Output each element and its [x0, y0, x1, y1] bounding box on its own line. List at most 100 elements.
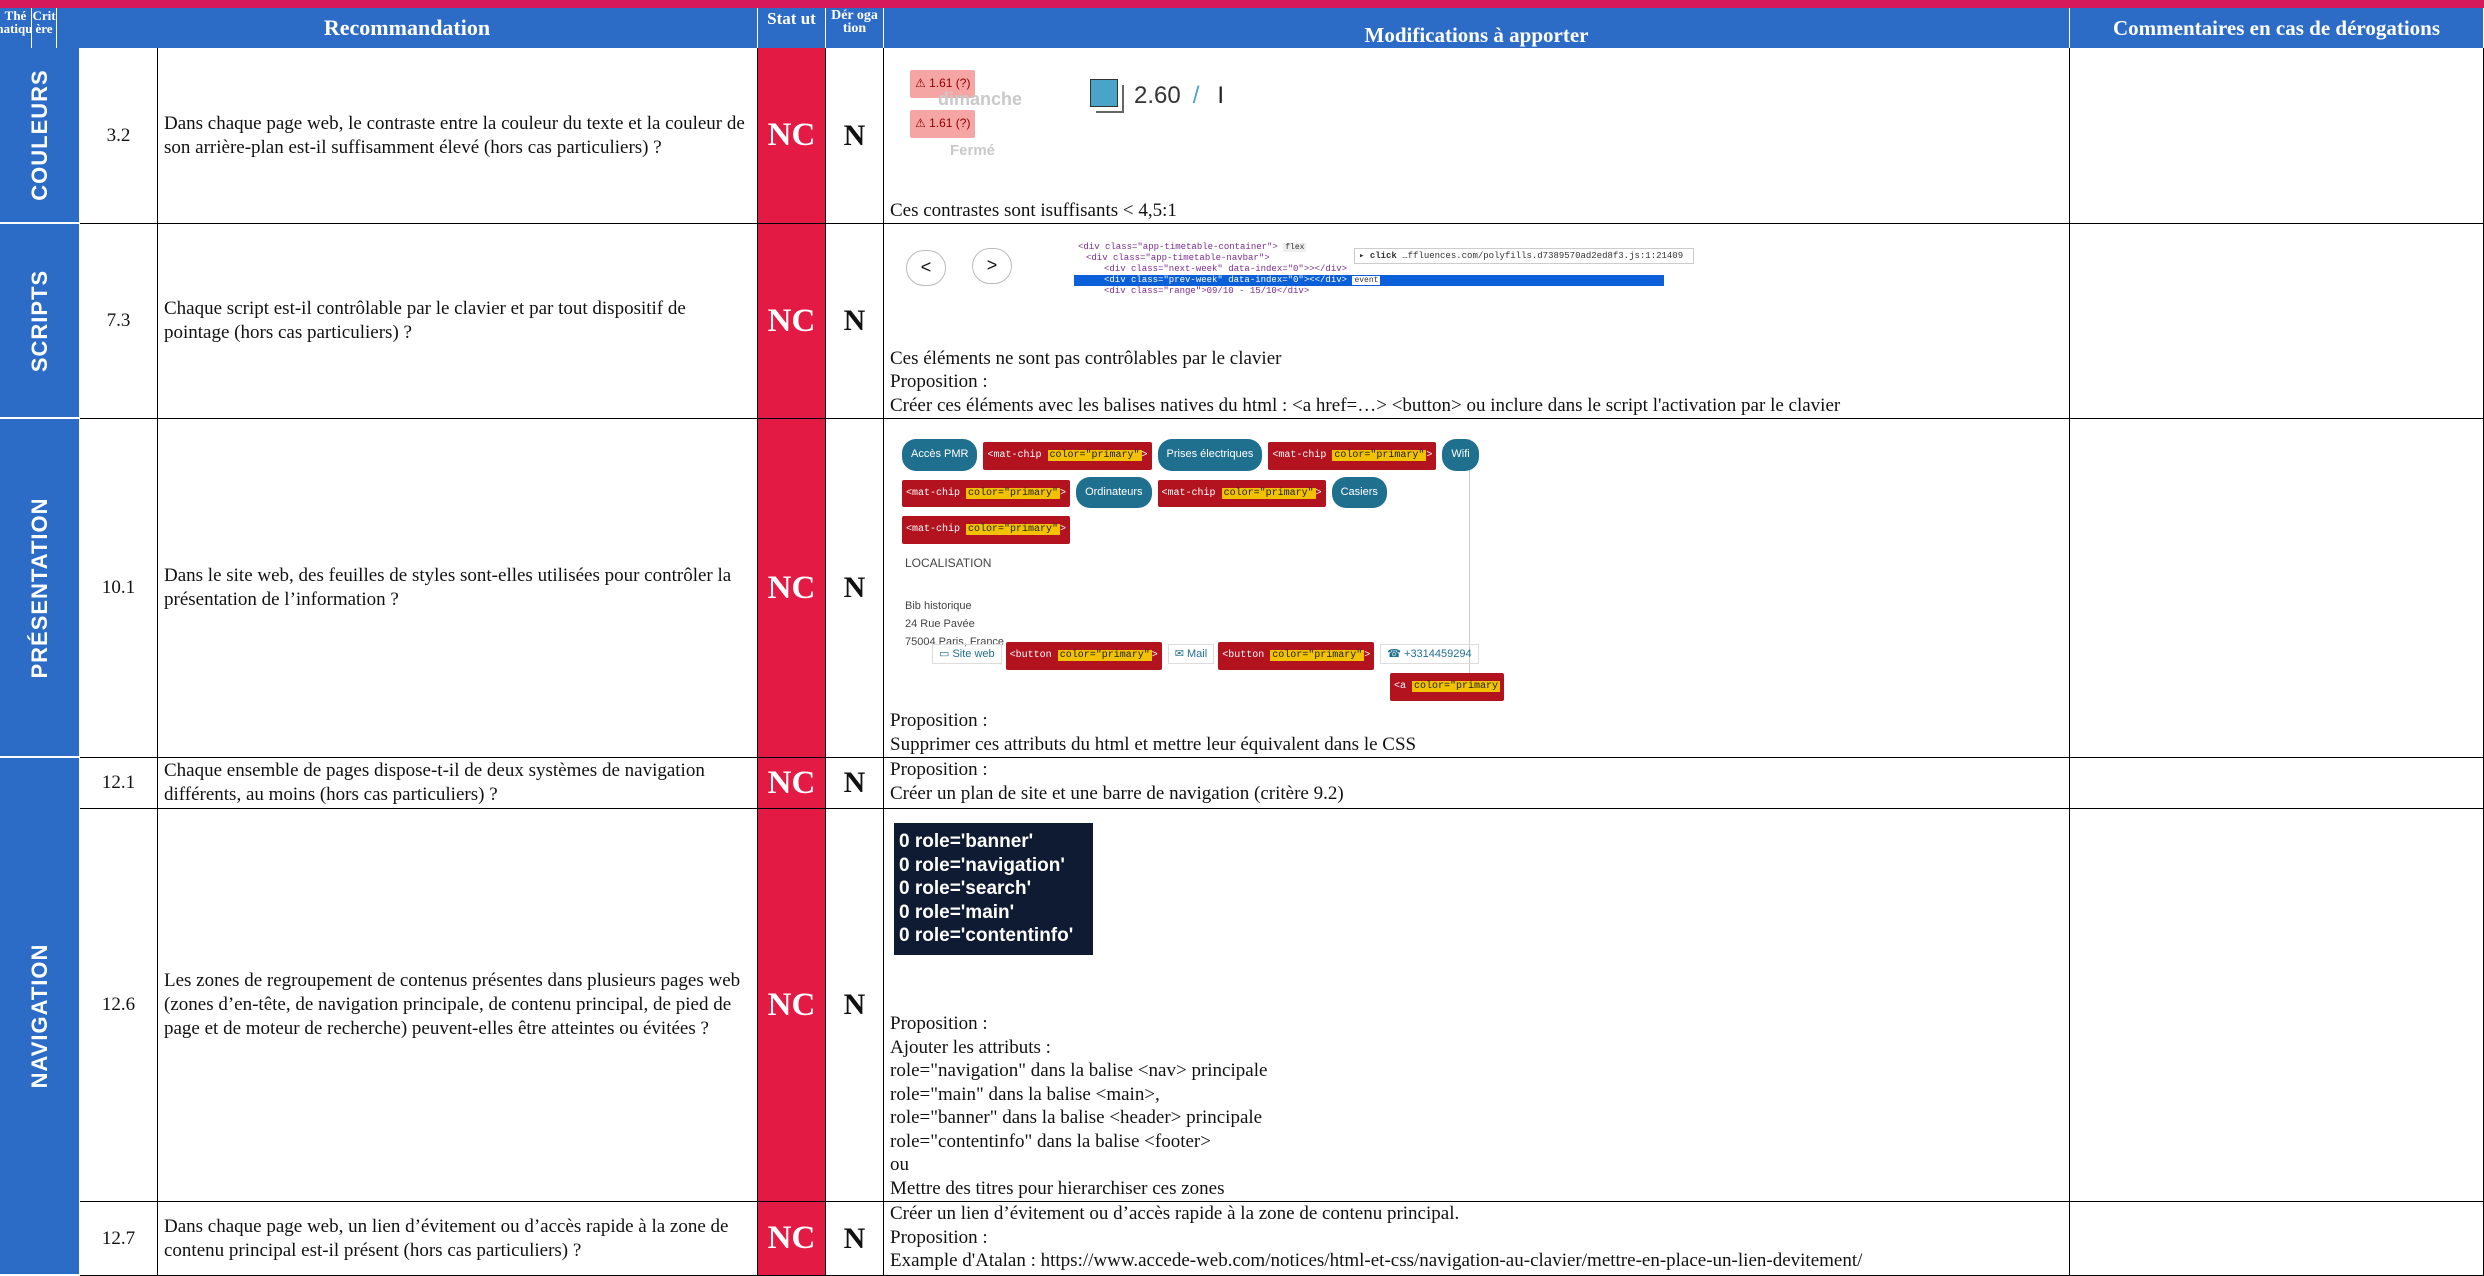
- criterion-number: 10.1: [80, 419, 158, 758]
- mail-link: ✉ Mail: [1167, 644, 1215, 664]
- theme-presentation: PRÉSENTATION: [0, 419, 80, 758]
- comment-cell[interactable]: [2070, 809, 2484, 1202]
- derogation-value: N: [826, 224, 884, 419]
- modifications-cell: Accès PMR <mat-chip color="primary" > Prise…: [884, 419, 2070, 758]
- modification-text: Ces contrastes sont isuffisants < 4,5:1: [890, 199, 2063, 223]
- header-recommandation: Recommandation: [57, 8, 758, 48]
- day-label: dimanche: [938, 89, 1023, 109]
- modification-line: role="navigation" dans la balise <nav> p…: [890, 1060, 1268, 1081]
- address-line: 24 Rue Pavée: [905, 618, 975, 630]
- modification-line: Supprimer ces attributs du html et mettr…: [890, 733, 1417, 755]
- criterion-number: 12.1: [80, 758, 158, 809]
- derogation-value: N: [826, 48, 884, 224]
- modification-text: Proposition : Créer un plan de site et u…: [890, 758, 2063, 805]
- phone-icon: ☎: [1387, 648, 1401, 660]
- modification-line: Mettre des titres pour hierarchiser ces …: [890, 1177, 1225, 1199]
- link-row: ▭ Site web <button color="primary" > ✉ Mail…: [932, 642, 1479, 670]
- localisation-heading: LOCALISATION: [905, 555, 992, 570]
- criterion-number: 12.7: [80, 1202, 158, 1276]
- ratio-separator: /: [1192, 82, 1200, 110]
- code-line: <div class="next-week" data-index="0">><…: [1104, 264, 1348, 274]
- modifications-cell: 0 role='banner' 0 role='navigation' 0 ro…: [884, 809, 2070, 1202]
- modification-line: Créer un plan de site et une barre de na…: [890, 782, 1344, 804]
- contrast-screenshot: ⚠ 1.61 (?) dimanche ⚠ 1.61 (?) Fermé: [910, 70, 1030, 165]
- warning-icon: ⚠: [915, 116, 926, 130]
- recommendation-text: Dans chaque page web, le contraste entre…: [158, 48, 758, 224]
- address-line: Bib historique: [905, 600, 972, 612]
- mat-chip-tag: <mat-chip color="primary" >: [983, 442, 1152, 470]
- criterion-number: 3.2: [80, 48, 158, 224]
- role-line: 0 role='navigation': [899, 854, 1065, 876]
- role-line: 0 role='main': [899, 901, 1015, 923]
- comment-cell[interactable]: [2070, 758, 2484, 809]
- modification-line: Proposition :: [890, 1226, 988, 1248]
- theme-label: SCRIPTS: [26, 269, 52, 372]
- contrast-badge: ⚠ 1.61 (?): [910, 110, 976, 138]
- header-statut: Stat ut: [758, 8, 826, 48]
- derogation-value: N: [826, 758, 884, 809]
- status-badge: NC: [758, 1202, 826, 1276]
- recommendation-text: Chaque script est-il contrôlable par le …: [158, 224, 758, 419]
- comment-cell[interactable]: [2070, 1202, 2484, 1276]
- criterion-number: 7.3: [80, 224, 158, 419]
- site-web-link: ▭ Site web: [932, 644, 1002, 664]
- modifications-cell: ⚠ 1.61 (?) dimanche ⚠ 1.61 (?) Fermé 2.6…: [884, 48, 2070, 224]
- modification-line: Proposition :: [890, 759, 988, 780]
- phone-link: ☎ +3314459294: [1380, 644, 1479, 664]
- role-line: 0 role='contentinfo': [899, 925, 1074, 946]
- derogation-value: N: [826, 809, 884, 1202]
- header-commentaires: Commentaires en cas de dérogations: [2070, 8, 2484, 48]
- modifications-cell: Proposition : Créer un plan de site et u…: [884, 758, 2070, 809]
- mat-chip-tag: <mat-chip color="primary" >: [1157, 479, 1326, 507]
- header-critere: Crit ère: [32, 8, 57, 48]
- closed-label: Fermé: [950, 142, 996, 159]
- anchor-tag: <a color="primary: [1390, 673, 1505, 701]
- chip: Wifi: [1442, 439, 1479, 471]
- modifications-cell: Créer un lien d’évitement ou d’accès rap…: [884, 1202, 2070, 1276]
- week-nav-screenshot: < >: [906, 248, 1012, 290]
- mail-icon: ✉: [1174, 648, 1184, 660]
- theme-scripts: SCRIPTS: [0, 224, 80, 419]
- modification-text: Créer un lien d’évitement ou d’accès rap…: [890, 1202, 2063, 1273]
- color-swatch-icon: [1090, 79, 1124, 113]
- status-badge: NC: [758, 809, 826, 1202]
- modification-line: Ces éléments ne sont pas contrôlables pa…: [890, 347, 1282, 369]
- theme-label: PRÉSENTATION: [26, 496, 52, 679]
- modification-line: Proposition :: [890, 710, 988, 731]
- devtools-screenshot: <div class="app-timetable-container"> fl…: [1074, 242, 1694, 306]
- modification-line: Créer ces éléments avec les balises nati…: [890, 394, 1841, 416]
- theme-label: COULEURS: [26, 69, 52, 201]
- button-tag: <button color="primary" >: [1218, 642, 1375, 670]
- role-line: 0 role='banner': [899, 831, 1034, 852]
- header-derogation: Dér oga tion: [826, 8, 884, 48]
- contrast-ratio-widget: 2.60 / I: [1090, 76, 1260, 116]
- comment-cell[interactable]: [2070, 224, 2484, 419]
- chip: Prises électriques: [1157, 439, 1263, 471]
- status-badge: NC: [758, 48, 826, 224]
- chip-row: <mat-chip color="primary" >: [902, 514, 1469, 544]
- criterion-number: 12.6: [80, 809, 158, 1202]
- event-listener-tooltip: ▸ click …ffluences.com/polyfills.d738957…: [1354, 248, 1694, 264]
- status-badge: NC: [758, 224, 826, 419]
- status-badge: NC: [758, 758, 826, 809]
- chips-screenshot: Accès PMR <mat-chip color="primary" > Prise…: [902, 439, 1505, 701]
- status-badge: NC: [758, 419, 826, 758]
- modification-line: role="main" dans la balise <main>,: [890, 1083, 1160, 1105]
- code-line-highlighted: <div class="prev-week" data-index="0"><<…: [1074, 275, 1664, 286]
- modification-line: Ces contrastes sont isuffisants < 4,5:1: [890, 199, 1177, 221]
- audit-sheet: Thé matique Crit ère Recommandation Stat…: [0, 0, 2484, 1276]
- prev-week-button: <: [906, 250, 946, 286]
- comment-cell[interactable]: [2070, 48, 2484, 224]
- comment-cell[interactable]: [2070, 419, 2484, 758]
- modification-text: Proposition : Ajouter les attributs : ro…: [890, 1012, 2063, 1200]
- role-line: 0 role='search': [899, 878, 1032, 899]
- chip-row: Accès PMR <mat-chip color="primary" > Prise…: [902, 439, 1479, 471]
- modifications-cell: < > <div class="app-timetable-container"…: [884, 224, 2070, 419]
- theme-couleurs: COULEURS: [0, 48, 80, 224]
- modification-line: ou: [890, 1154, 909, 1175]
- modification-line: role="banner" dans la balise <header> pr…: [890, 1107, 1263, 1128]
- modification-line: Example d'Atalan : https://www.accede-we…: [890, 1250, 1863, 1271]
- modification-line: role="contentinfo" dans la balise <foote…: [890, 1130, 1211, 1152]
- theme-label: NAVIGATION: [26, 943, 52, 1089]
- modification-line: Ajouter les attributs :: [890, 1036, 1051, 1058]
